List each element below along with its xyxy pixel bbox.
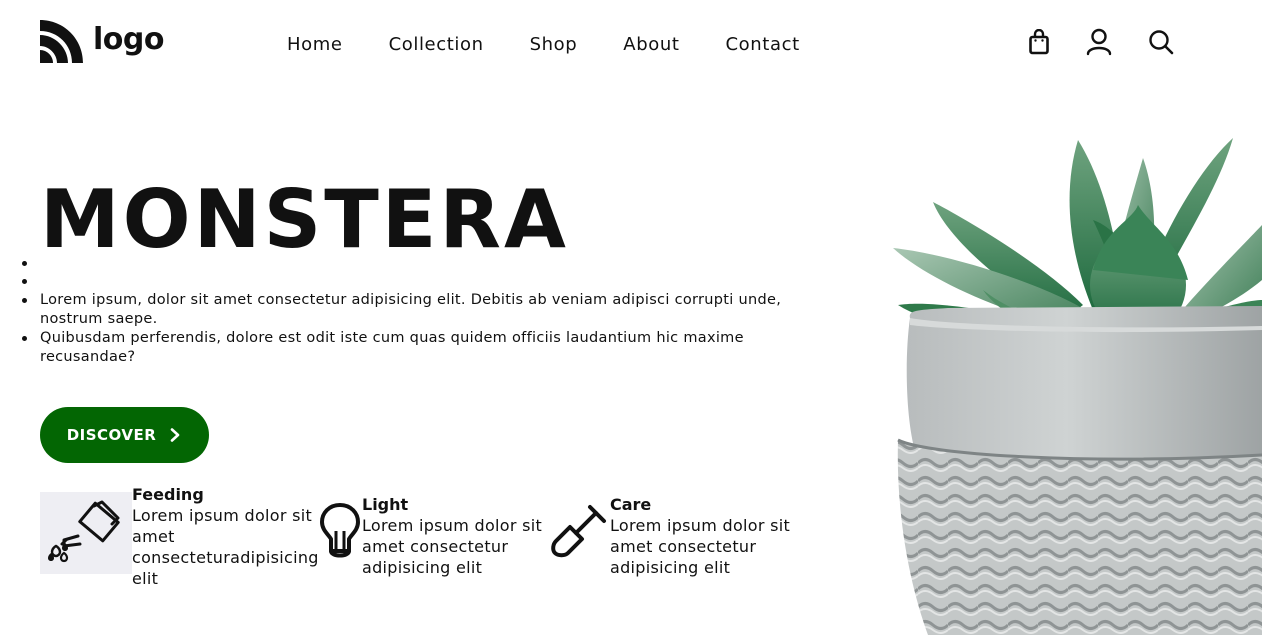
list-item [20, 272, 790, 291]
hero-bullet-list: Lorem ipsum, dolor sit amet consectetur … [20, 236, 790, 367]
nav-contact[interactable]: Contact [726, 34, 800, 55]
discover-button[interactable]: DISCOVER [40, 407, 209, 463]
feature-description: Lorem ipsum dolor sit amet consectetur a… [610, 516, 791, 577]
logo[interactable]: logo [40, 20, 164, 63]
user-icon[interactable] [1086, 28, 1112, 56]
nav-home[interactable]: Home [287, 34, 343, 55]
feature-description: Lorem ipsum dolor sit amet consecteturad… [132, 506, 319, 588]
feature-title: Feeding [132, 485, 204, 504]
discover-button-label: DISCOVER [66, 426, 157, 444]
succulent-plant-image [893, 138, 1262, 635]
feature-care: Care Lorem ipsum dolor sit amet consecte… [550, 495, 800, 578]
logo-text: logo [93, 21, 164, 57]
feature-description: Lorem ipsum dolor sit amet consectetur a… [362, 516, 543, 577]
header-actions [1026, 28, 1174, 56]
list-item: Quibusdam perferendis, dolore est odit i… [20, 329, 790, 367]
feature-title: Light [362, 495, 409, 514]
main-nav: Home Collection Shop About Contact [287, 34, 846, 55]
feature-light: Light Lorem ipsum dolor sit amet consect… [318, 495, 552, 578]
feature-feeding: Feeding Lorem ipsum dolor sit amet conse… [40, 485, 322, 589]
shovel-icon [551, 505, 606, 558]
list-item [20, 254, 790, 273]
watering-can-icon [40, 492, 132, 574]
shopping-bag-icon[interactable] [1026, 28, 1052, 56]
logo-mark-icon [40, 20, 83, 63]
nav-about[interactable]: About [623, 34, 679, 55]
nav-collection[interactable]: Collection [389, 34, 484, 55]
search-icon[interactable] [1148, 28, 1174, 56]
feature-title: Care [610, 495, 652, 514]
list-item: Lorem ipsum, dolor sit amet consectetur … [20, 291, 790, 329]
light-bulb-icon [320, 503, 360, 558]
nav-shop[interactable]: Shop [530, 34, 578, 55]
chevron-right-icon [170, 428, 180, 442]
